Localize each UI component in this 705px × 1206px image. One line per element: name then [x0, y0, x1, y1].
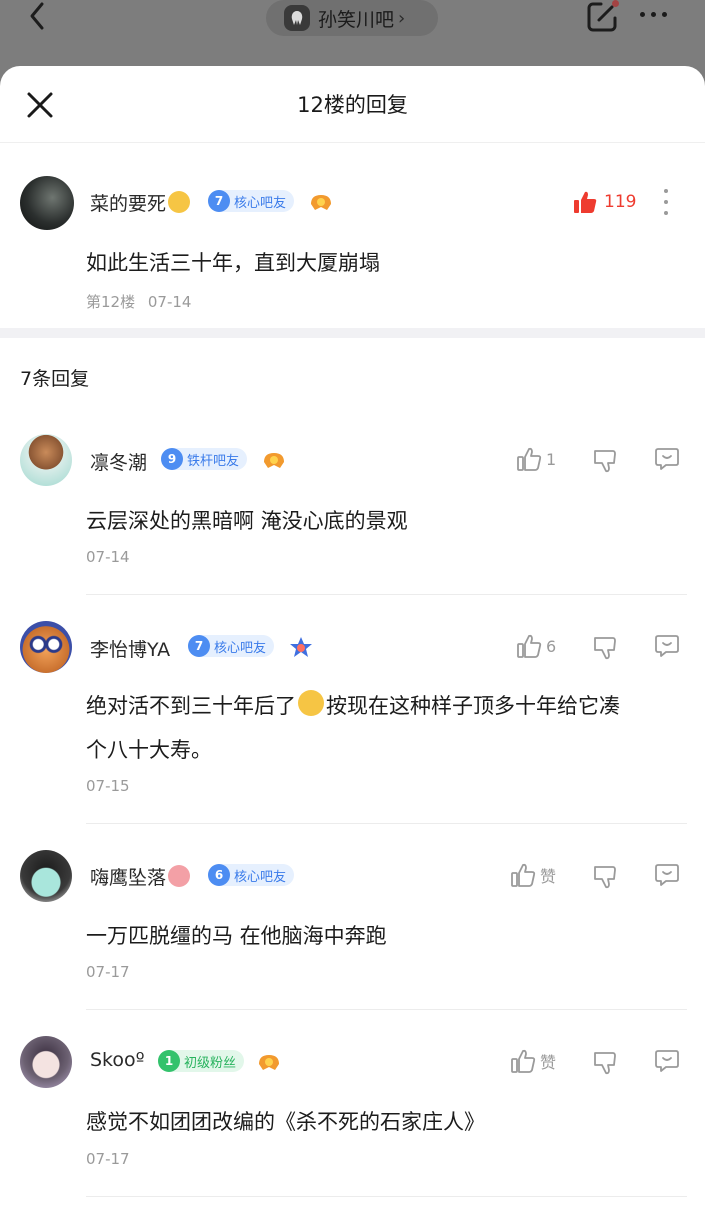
reply-separator [0, 823, 705, 824]
thumbs-down-icon [594, 866, 616, 889]
medal-icon[interactable] [261, 448, 287, 472]
forum-logo-icon [284, 5, 310, 31]
thumbs-down-icon [594, 1052, 616, 1075]
thumbs-up-icon [517, 634, 542, 658]
username[interactable]: 凛冬潮 [90, 448, 147, 475]
level-badge[interactable]: 9 铁杆吧友 [161, 448, 248, 470]
thumbs-up-icon [574, 191, 597, 213]
reply-button[interactable] [654, 1048, 680, 1074]
username[interactable]: Skooº [90, 1049, 145, 1071]
more-dot-icon [662, 11, 667, 17]
scared-emoji-icon [168, 865, 191, 887]
reply-date: 07-15 [86, 777, 130, 795]
reply-separator [0, 594, 705, 595]
dislike-button[interactable] [592, 448, 618, 474]
reply-button[interactable] [654, 862, 680, 888]
floor-label: 第12楼 [86, 293, 136, 311]
reply-button[interactable] [654, 446, 680, 472]
like-label: 赞 [540, 1053, 557, 1072]
reply-date: 07-14 [86, 548, 130, 566]
reply-date: 07-17 [86, 963, 130, 981]
reply-separator [0, 1196, 705, 1197]
more-options-button[interactable] [640, 4, 674, 24]
dislike-button[interactable] [592, 635, 618, 661]
kebab-dot-icon [664, 200, 668, 204]
medal-icon[interactable] [308, 190, 334, 214]
thumbs-up-icon [511, 863, 536, 887]
like-button[interactable]: 119 [572, 187, 636, 217]
laughing-emoji-icon [298, 690, 324, 716]
level-badge[interactable]: 1 初级粉丝 [158, 1050, 245, 1072]
section-divider [0, 328, 705, 338]
medal-icon[interactable] [256, 1050, 282, 1074]
more-dot-icon [640, 11, 645, 17]
username[interactable]: 菜的要死 [90, 189, 191, 216]
sheet-title: 12楼的回复 [297, 93, 408, 117]
dislike-button[interactable] [592, 864, 618, 890]
avatar[interactable] [20, 621, 72, 673]
like-label: 赞 [540, 867, 557, 886]
forum-top-bar: 孙笑川吧 › [0, 0, 705, 70]
avatar[interactable] [20, 1036, 72, 1088]
forum-entry-button[interactable]: 孙笑川吧 › [266, 0, 438, 36]
star-medal-icon[interactable] [288, 635, 314, 659]
grin-emoji-icon [168, 191, 191, 213]
dislike-button[interactable] [592, 1050, 618, 1076]
level-badge[interactable]: 7 核心吧友 [188, 635, 275, 657]
avatar[interactable] [20, 434, 72, 486]
comment-icon [655, 864, 679, 886]
post-meta: 第12楼 07-14 [86, 291, 191, 312]
comment-icon [655, 1050, 679, 1072]
reply-content: 一万匹脱缰的马 在他脑海中奔跑 [86, 924, 387, 948]
kebab-dot-icon [664, 211, 668, 215]
back-button[interactable] [24, 0, 54, 34]
avatar[interactable] [20, 176, 74, 230]
post-date: 07-14 [147, 293, 192, 311]
reply-content: 云层深处的黑暗啊 淹没心底的景观 [86, 509, 408, 533]
reply-content-line2: 个八十大寿。 [86, 738, 212, 762]
post-content: 如此生活三十年，直到大厦崩塌 [86, 251, 380, 275]
reply-separator [0, 1009, 705, 1010]
chevron-right-icon: › [398, 7, 406, 29]
reply-content: 感觉不如团团改编的《杀不死的石家庄人》 [86, 1110, 485, 1134]
thumbs-down-icon [594, 450, 616, 473]
like-button[interactable]: 1 [516, 446, 556, 472]
reply-date: 07-17 [86, 1150, 130, 1168]
username[interactable]: 嗨鹰坠落 [90, 863, 191, 890]
reply-content: 绝对活不到三十年后了 按现在这种样子顶多十年给它凑 [86, 690, 620, 720]
thumbs-down-icon [594, 637, 616, 660]
like-count: 6 [546, 636, 557, 656]
sheet-header: 12楼的回复 [0, 66, 705, 143]
more-dot-icon [651, 11, 656, 17]
write-post-button[interactable] [585, 0, 619, 34]
like-button[interactable]: 6 [516, 633, 556, 659]
thumbs-up-icon [511, 1049, 536, 1073]
post-options-button[interactable] [662, 189, 670, 215]
like-count: 119 [604, 192, 637, 212]
kebab-dot-icon [664, 189, 668, 193]
like-button[interactable]: 赞 [510, 862, 556, 888]
comment-icon [655, 635, 679, 657]
like-button[interactable]: 赞 [510, 1048, 556, 1074]
like-count: 1 [546, 449, 557, 469]
level-badge[interactable]: 7 核心吧友 [208, 190, 295, 212]
forum-name: 孙笑川吧 [318, 8, 395, 31]
username[interactable]: 李怡博YA [90, 635, 170, 662]
comment-icon [655, 448, 679, 470]
reply-button[interactable] [654, 633, 680, 659]
level-badge[interactable]: 6 核心吧友 [208, 864, 295, 886]
avatar[interactable] [20, 850, 72, 902]
chevron-left-icon [30, 2, 44, 30]
replies-count-header: 7条回复 [20, 368, 90, 390]
notification-dot [612, 0, 619, 7]
thumbs-up-icon [517, 447, 542, 471]
